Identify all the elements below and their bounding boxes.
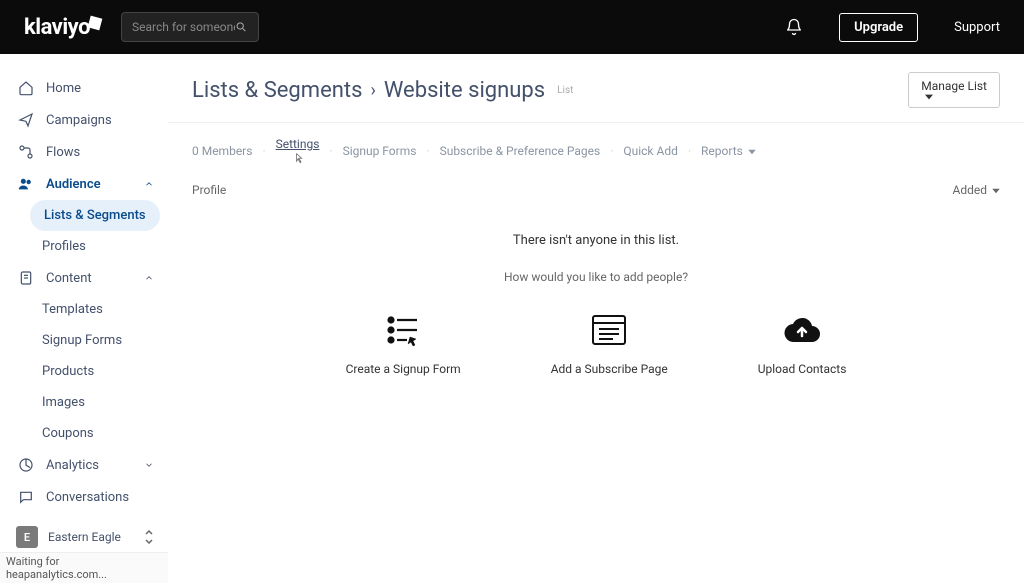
- sidebar-item-images[interactable]: Images: [0, 387, 168, 418]
- account-name: Eastern Eagle: [48, 530, 121, 544]
- updown-icon: [144, 529, 154, 545]
- sidebar-item-templates[interactable]: Templates: [0, 294, 168, 325]
- tab-settings[interactable]: Settings: [276, 137, 320, 151]
- document-icon: [18, 270, 34, 286]
- page-title: Website signups: [384, 78, 545, 103]
- sidebar-label: Flows: [46, 145, 80, 160]
- sidebar-label: Conversations: [46, 490, 129, 505]
- empty-state: There isn't anyone in this list. How wou…: [192, 203, 1000, 436]
- chevron-right-icon: ›: [370, 80, 375, 101]
- page-header: Lists & Segments › Website signups List …: [192, 72, 1000, 108]
- sidebar-item-coupons[interactable]: Coupons: [0, 418, 168, 449]
- empty-title: There isn't anyone in this list.: [192, 233, 1000, 248]
- sidebar-item-conversations[interactable]: Conversations: [0, 481, 168, 513]
- sidebar-label: Audience: [46, 177, 101, 192]
- search-input[interactable]: [132, 20, 236, 34]
- sidebar-item-home[interactable]: Home: [0, 72, 168, 104]
- chart-icon: [18, 457, 34, 473]
- sidebar-item-audience[interactable]: Audience: [0, 168, 168, 200]
- tab-row: 0 Members · Settings · Signup Forms · Su…: [192, 123, 1000, 169]
- breadcrumb: Lists & Segments › Website signups List: [192, 78, 573, 103]
- notifications-icon[interactable]: [785, 18, 803, 36]
- tab-subscribe-pages[interactable]: Subscribe & Preference Pages: [440, 144, 601, 158]
- column-headers: Profile Added: [192, 169, 1000, 203]
- account-switcher[interactable]: E Eastern Eagle: [0, 514, 168, 552]
- browser-status: Waiting for heapanalytics.com...: [0, 552, 168, 583]
- search-icon: [235, 20, 248, 34]
- upgrade-button[interactable]: Upgrade: [839, 13, 918, 42]
- sidebar-item-content[interactable]: Content: [0, 262, 168, 294]
- people-icon: [18, 176, 34, 192]
- cursor-icon: [292, 153, 304, 165]
- sidebar-item-campaigns[interactable]: Campaigns: [0, 104, 168, 136]
- chevron-up-icon: [144, 273, 154, 283]
- sidebar-item-flows[interactable]: Flows: [0, 136, 168, 168]
- col-added[interactable]: Added: [953, 183, 1000, 197]
- cloud-upload-icon: [782, 312, 822, 348]
- option-label: Add a Subscribe Page: [551, 362, 668, 376]
- avatar: E: [16, 526, 38, 548]
- sidebar-item-analytics[interactable]: Analytics: [0, 449, 168, 481]
- sidebar-item-profiles[interactable]: Profiles: [0, 231, 168, 262]
- chevron-down-icon: [144, 460, 154, 470]
- manage-list-button[interactable]: Manage List: [908, 72, 1000, 108]
- top-bar: klaviyo Upgrade Support: [0, 0, 1024, 54]
- caret-down-icon: [992, 188, 1000, 194]
- tab-signup-forms[interactable]: Signup Forms: [343, 144, 417, 158]
- form-icon: [383, 312, 423, 348]
- chat-icon: [18, 489, 34, 505]
- content-area: Lists & Segments › Website signups List …: [168, 54, 1024, 583]
- sidebar-label: Campaigns: [46, 113, 112, 128]
- option-label: Create a Signup Form: [346, 362, 461, 376]
- sidebar-label: Analytics: [46, 458, 99, 473]
- tab-quick-add[interactable]: Quick Add: [623, 144, 678, 158]
- caret-down-icon: [748, 149, 756, 155]
- sidebar-item-lists-segments[interactable]: Lists & Segments: [30, 200, 160, 231]
- option-create-signup-form[interactable]: Create a Signup Form: [346, 312, 461, 376]
- send-icon: [18, 112, 34, 128]
- sidebar-item-products[interactable]: Products: [0, 356, 168, 387]
- home-icon: [18, 80, 34, 96]
- page-icon: [589, 312, 629, 348]
- list-type-badge: List: [557, 85, 573, 96]
- support-link[interactable]: Support: [954, 20, 1000, 35]
- logo: klaviyo: [24, 15, 101, 40]
- breadcrumb-parent[interactable]: Lists & Segments: [192, 78, 362, 103]
- empty-subtitle: How would you like to add people?: [192, 270, 1000, 284]
- tab-reports[interactable]: Reports: [701, 144, 756, 158]
- col-profile[interactable]: Profile: [192, 183, 226, 197]
- chevron-up-icon: [144, 179, 154, 189]
- sidebar: Home Campaigns Flows Audience Lists & Se…: [0, 54, 168, 583]
- flow-icon: [18, 144, 34, 160]
- sidebar-item-signup-forms[interactable]: Signup Forms: [0, 325, 168, 356]
- tab-members[interactable]: 0 Members: [192, 144, 252, 158]
- option-label: Upload Contacts: [758, 362, 847, 376]
- option-upload-contacts[interactable]: Upload Contacts: [758, 312, 847, 376]
- search-box[interactable]: [121, 12, 259, 42]
- caret-down-icon: [925, 93, 933, 101]
- option-add-subscribe-page[interactable]: Add a Subscribe Page: [551, 312, 668, 376]
- sidebar-label: Home: [46, 81, 81, 96]
- sidebar-label: Content: [46, 271, 92, 286]
